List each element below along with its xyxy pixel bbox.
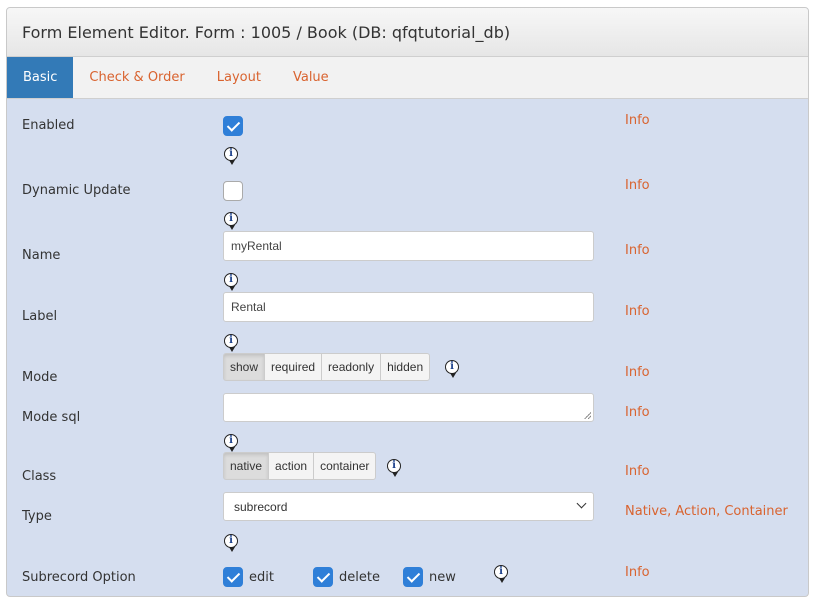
mode-sql-textarea[interactable] bbox=[223, 393, 594, 422]
tab-check-order[interactable]: Check & Order bbox=[73, 57, 200, 98]
class-label: Class bbox=[22, 469, 57, 484]
class-option-native[interactable]: native bbox=[223, 452, 270, 480]
dynamic-update-checkbox[interactable] bbox=[223, 181, 243, 201]
dynamic-update-label: Dynamic Update bbox=[22, 183, 131, 198]
subrecord-edit-checkbox[interactable] bbox=[223, 567, 243, 587]
panel-title: Form Element Editor. Form : 1005 / Book … bbox=[7, 8, 808, 57]
name-info-link[interactable]: Info bbox=[625, 243, 650, 258]
mode-button-group: show required readonly hidden bbox=[223, 353, 431, 381]
mode-option-required[interactable]: required bbox=[264, 353, 323, 381]
info-bubble-icon[interactable]: i bbox=[224, 212, 238, 230]
subrecord-option-info-link[interactable]: Info bbox=[625, 565, 650, 580]
class-info-link[interactable]: Info bbox=[625, 464, 650, 479]
tab-basic[interactable]: Basic bbox=[7, 57, 74, 98]
info-bubble-icon[interactable]: i bbox=[224, 273, 238, 291]
label-label: Label bbox=[22, 309, 58, 324]
subrecord-new-checkbox[interactable] bbox=[403, 567, 423, 587]
mode-sql-label: Mode sql bbox=[22, 410, 81, 425]
label-info-link[interactable]: Info bbox=[625, 304, 650, 319]
info-bubble-icon[interactable]: i bbox=[387, 459, 401, 477]
mode-option-readonly[interactable]: readonly bbox=[321, 353, 382, 381]
subrecord-delete-checkbox[interactable] bbox=[313, 567, 333, 587]
class-option-action[interactable]: action bbox=[268, 452, 315, 480]
subrecord-edit-label: edit bbox=[249, 570, 274, 585]
tab-bar: Basic Check & Order Layout Value bbox=[7, 57, 808, 99]
info-bubble-icon[interactable]: i bbox=[224, 434, 238, 452]
type-info-link-native[interactable]: Native bbox=[625, 504, 667, 519]
name-label: Name bbox=[22, 248, 61, 263]
info-bubble-icon[interactable]: i bbox=[224, 147, 238, 165]
info-bubble-icon[interactable]: i bbox=[224, 334, 238, 352]
type-info-link-action[interactable]: Action bbox=[675, 504, 716, 519]
mode-info-link[interactable]: Info bbox=[625, 365, 650, 380]
enabled-checkbox[interactable] bbox=[223, 116, 243, 136]
label-input[interactable]: Rental bbox=[223, 292, 594, 322]
enabled-info-link[interactable]: Info bbox=[625, 113, 650, 128]
tab-layout[interactable]: Layout bbox=[201, 57, 277, 98]
class-button-group: native action container bbox=[223, 452, 377, 480]
dynamic-update-info-link[interactable]: Info bbox=[625, 178, 650, 193]
subrecord-delete-label: delete bbox=[339, 570, 380, 585]
mode-sql-info-link[interactable]: Info bbox=[625, 405, 650, 420]
info-bubble-icon[interactable]: i bbox=[445, 360, 459, 378]
mode-label: Mode bbox=[22, 370, 58, 385]
info-bubble-icon[interactable]: i bbox=[494, 565, 508, 583]
class-option-container[interactable]: container bbox=[313, 452, 377, 480]
type-info-link-container[interactable]: Container bbox=[724, 504, 788, 519]
type-label: Type bbox=[22, 509, 52, 524]
type-info-links: Native, Action, Container bbox=[625, 504, 788, 519]
name-input[interactable]: myRental bbox=[223, 231, 594, 261]
tab-value[interactable]: Value bbox=[277, 57, 345, 98]
type-select[interactable]: subrecord bbox=[223, 492, 594, 521]
form-editor-panel: Form Element Editor. Form : 1005 / Book … bbox=[6, 7, 809, 597]
info-bubble-icon[interactable]: i bbox=[224, 534, 238, 552]
type-select-value: subrecord bbox=[234, 499, 288, 514]
mode-option-hidden[interactable]: hidden bbox=[380, 353, 431, 381]
subrecord-new-label: new bbox=[429, 570, 456, 585]
chevron-down-icon bbox=[576, 498, 587, 509]
mode-option-show[interactable]: show bbox=[223, 353, 266, 381]
enabled-label: Enabled bbox=[22, 118, 75, 133]
subrecord-option-label: Subrecord Option bbox=[22, 570, 136, 585]
